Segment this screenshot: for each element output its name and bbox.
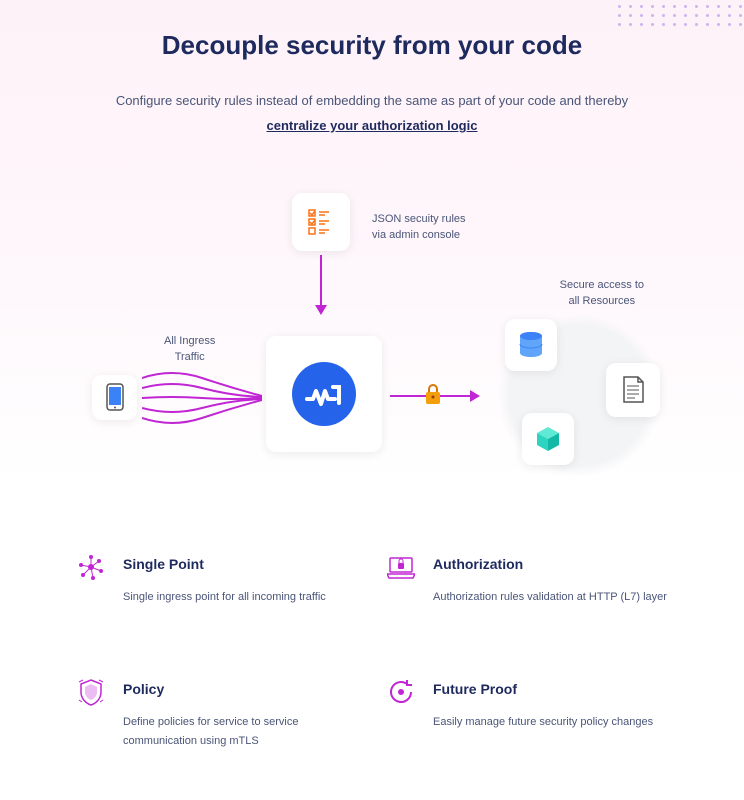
feature-policy: Policy Define policies for service to se… — [77, 678, 357, 753]
architecture-diagram: JSON secuity rules via admin console All… — [82, 193, 662, 483]
feature-title: Single Point — [123, 556, 357, 572]
feature-single-point: Single Point Single ingress point for al… — [77, 553, 357, 608]
resources-label: Secure access to all Resources — [560, 277, 644, 310]
subheading-text: Configure security rules instead of embe… — [92, 91, 652, 112]
database-icon — [518, 331, 544, 359]
traffic-lines-icon — [142, 368, 262, 428]
rules-card — [292, 193, 350, 251]
ingress-label: All Ingress Traffic — [164, 333, 215, 366]
page-title: Decouple security from your code — [0, 30, 744, 61]
features-grid: Single Point Single ingress point for al… — [77, 553, 667, 752]
feature-desc: Single ingress point for all incoming tr… — [123, 588, 357, 608]
phone-icon — [106, 383, 124, 411]
feature-future-proof: Future Proof Easily manage future securi… — [387, 678, 667, 753]
checklist-icon — [307, 208, 335, 236]
feature-desc: Define policies for service to service c… — [123, 713, 357, 753]
document-card — [606, 363, 660, 417]
laptop-lock-icon — [387, 553, 415, 581]
feature-desc: Authorization rules validation at HTTP (… — [433, 588, 667, 608]
gateway-logo-icon — [305, 379, 343, 409]
cube-icon — [534, 425, 562, 453]
feature-title: Policy — [123, 681, 357, 697]
refresh-icon — [387, 678, 415, 706]
main-gateway-card — [266, 336, 382, 452]
phone-card — [92, 375, 137, 420]
feature-title: Authorization — [433, 556, 667, 572]
cube-card — [522, 413, 574, 465]
feature-desc: Easily manage future security policy cha… — [433, 713, 667, 733]
feature-authorization: Authorization Authorization rules valida… — [387, 553, 667, 608]
shield-icon — [77, 678, 105, 706]
network-icon — [77, 553, 105, 581]
centralize-link[interactable]: centralize your authorization logic — [0, 118, 744, 133]
document-icon — [621, 376, 645, 404]
lock-icon — [424, 383, 442, 405]
feature-title: Future Proof — [433, 681, 667, 697]
rules-label: JSON secuity rules via admin console — [372, 211, 466, 244]
arrow-down — [320, 255, 322, 313]
database-card — [505, 319, 557, 371]
decorative-dots — [618, 5, 744, 26]
